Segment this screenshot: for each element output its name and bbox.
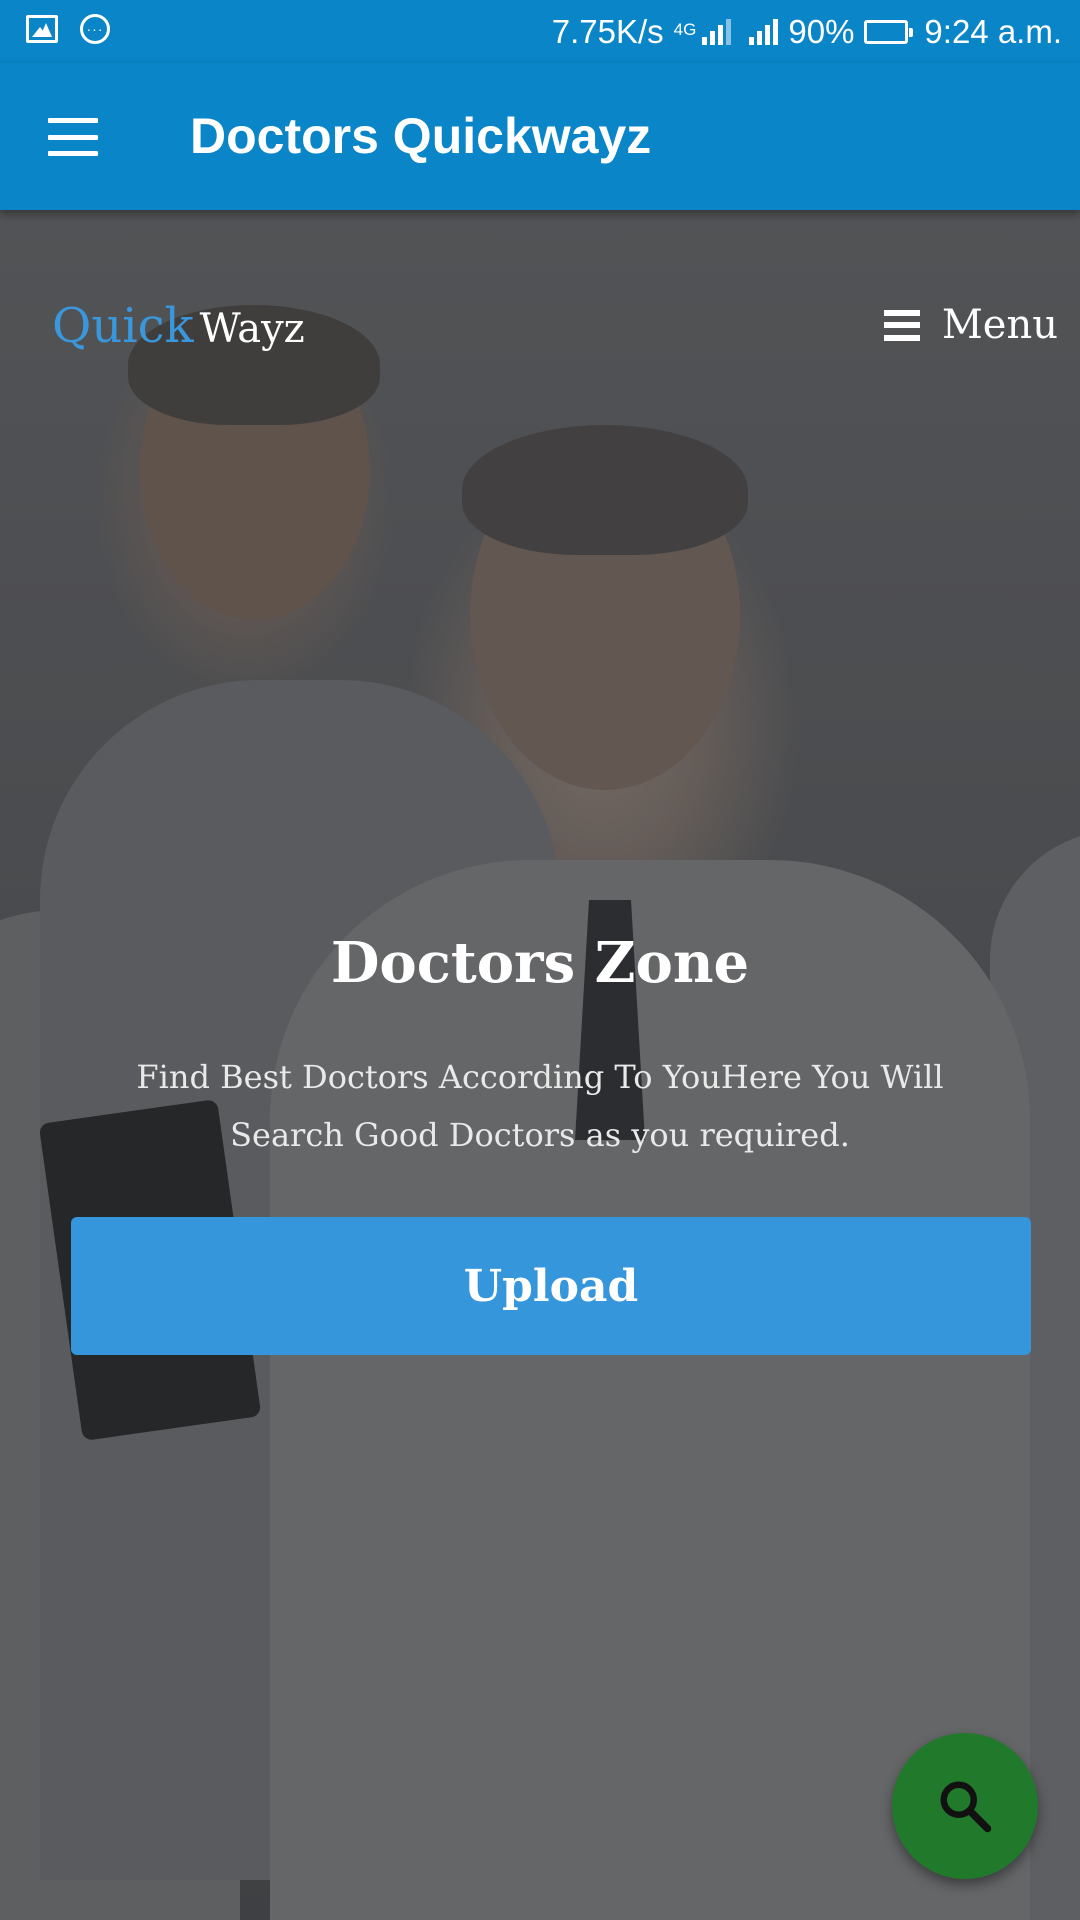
site-logo[interactable]: Quick Wayz (52, 298, 305, 354)
net-speed: 7.75K/s (551, 12, 664, 50)
menu-bars-icon (883, 309, 920, 341)
app-screen: ··· 7.75K/s 4G 90% 9:24 a.m. Doctors Qui… (0, 0, 1080, 1920)
hero-title: Doctors Zone (330, 930, 750, 996)
logo-quick: Quick (52, 298, 194, 354)
upload-button[interactable]: Upload (71, 1217, 1031, 1355)
signal-icon (749, 18, 779, 45)
status-left: ··· (26, 14, 110, 44)
status-bar: ··· 7.75K/s 4G 90% 9:24 a.m. (0, 0, 1080, 63)
app-title: Doctors Quickwayz (190, 108, 652, 164)
hero-section: Quick Wayz Menu Doctors Zone Find Best Do… (0, 210, 1080, 1920)
app-bar: Doctors Quickwayz (0, 63, 1080, 210)
hamburger-menu-icon[interactable] (48, 118, 98, 156)
signal-4g-icon (702, 18, 732, 45)
menu-label: Menu (941, 302, 1058, 348)
status-right: 7.75K/s 4G 90% 9:24 a.m. (552, 0, 1062, 63)
clock: 9:24 a.m. (924, 12, 1062, 50)
search-icon (940, 1781, 992, 1833)
search-fab[interactable] (892, 1733, 1038, 1879)
network-type: 4G (673, 20, 697, 39)
site-menu-button[interactable]: Menu (883, 302, 1058, 348)
message-notification-icon: ··· (80, 14, 110, 44)
hero-description: Find Best Doctors According To YouHere Y… (136, 1058, 944, 1154)
battery-percent: 90% (788, 12, 855, 50)
logo-wayz: Wayz (199, 306, 305, 352)
battery-icon (864, 19, 914, 44)
image-notification-icon (26, 15, 58, 43)
